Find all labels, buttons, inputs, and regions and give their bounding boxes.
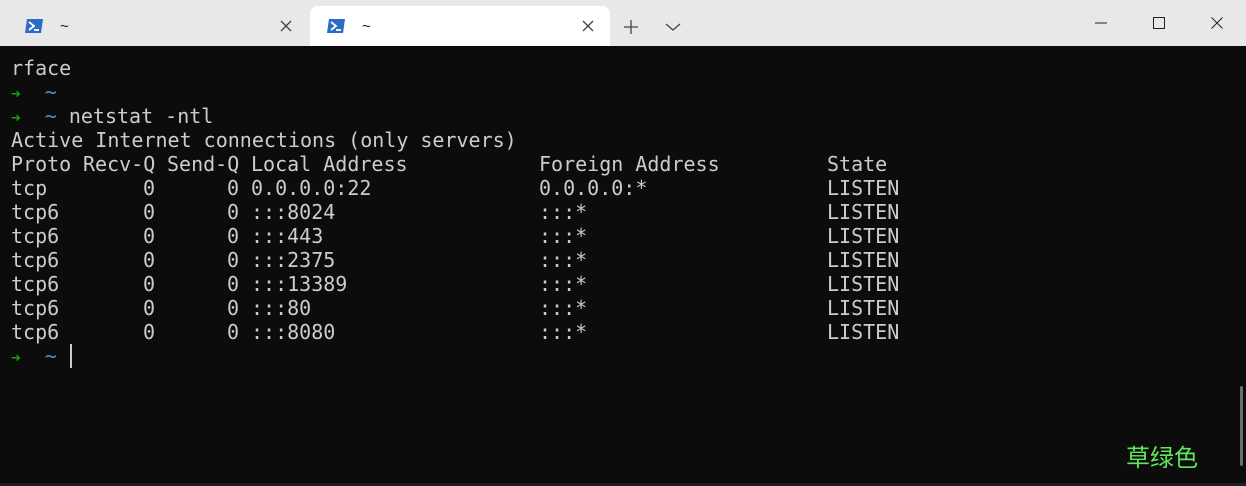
cell-proto: tcp6 [11,200,60,224]
close-window-button[interactable] [1188,0,1246,46]
cell-local: :::2375 [251,248,336,272]
column-header-sendq: Send-Q [167,152,240,176]
cell-sendq: 0 [226,176,239,200]
chevron-down-icon [665,23,681,31]
cell-foreign: 0.0.0.0:* [539,176,648,200]
cell-local: :::443 [251,224,324,248]
cell-state: LISTEN [827,296,900,320]
prompt-line: ➜ ~ [11,344,57,368]
cell-foreign: :::* [539,224,588,248]
cell-sendq: 0 [226,320,239,344]
cell-sendq: 0 [226,248,239,272]
cell-state: LISTEN [827,224,900,248]
terminal-output[interactable]: rface ➜ ~ ➜ ~ netstat -ntl Active Intern… [0,46,1246,486]
cell-local: :::8024 [251,200,336,224]
text-cursor [70,344,72,368]
maximize-button[interactable] [1130,0,1188,46]
prompt-dir: ~ [44,80,57,104]
cell-foreign: :::* [539,320,588,344]
column-header-recvq: Recv-Q [83,152,156,176]
command-text: netstat -ntl [68,104,214,128]
prompt-line: ➜ ~ [11,80,57,104]
cell-proto: tcp6 [11,272,60,296]
prompt-line: ➜ ~ netstat -ntl [11,104,213,128]
powershell-icon [25,19,43,33]
tab-1[interactable]: ~ [8,6,308,46]
new-tab-button[interactable] [618,14,644,40]
column-header-state: State [827,152,888,176]
prompt-arrow-icon: ➜ [11,84,21,103]
close-icon [1211,17,1223,29]
tab-title: ~ [60,17,69,35]
maximize-icon [1153,17,1165,29]
cell-sendq: 0 [226,296,239,320]
minimize-button[interactable] [1072,0,1130,46]
tab-dropdown-button[interactable] [660,14,686,40]
cell-state: LISTEN [827,176,900,200]
cell-state: LISTEN [827,248,900,272]
cell-local: :::8080 [251,320,336,344]
column-header-proto: Proto [11,152,72,176]
cell-foreign: :::* [539,296,588,320]
terminal-window: ~ ~ rface ➜ ~ ➜ ~ netstat -ntl Active In… [0,0,1246,486]
cell-foreign: :::* [539,248,588,272]
cell-local: :::80 [251,296,312,320]
column-header-foreign: Foreign Address [539,152,720,176]
cell-local: 0.0.0.0:22 [251,176,372,200]
cell-sendq: 0 [226,200,239,224]
scrollbar[interactable] [1240,386,1243,466]
tab-2[interactable]: ~ [310,6,610,46]
cell-proto: tcp6 [11,224,60,248]
cell-sendq: 0 [226,272,239,296]
tab-title: ~ [362,17,371,35]
column-header-local: Local Address [251,152,408,176]
cell-foreign: :::* [539,200,588,224]
cell-local: :::13389 [251,272,348,296]
close-icon[interactable] [276,16,296,36]
cell-sendq: 0 [226,224,239,248]
cell-proto: tcp [11,176,48,200]
close-icon[interactable] [578,16,598,36]
prompt-dir: ~ [44,104,57,128]
prompt-dir: ~ [44,344,57,368]
cell-proto: tcp6 [11,296,60,320]
output-line: rface [11,56,72,80]
minimize-icon [1095,22,1107,24]
cell-proto: tcp6 [11,320,60,344]
prompt-arrow-icon: ➜ [11,348,21,367]
watermark: 草绿色 [1126,444,1198,472]
cell-proto: tcp6 [11,248,60,272]
output-header: Active Internet connections (only server… [11,128,517,152]
prompt-arrow-icon: ➜ [11,108,21,127]
cell-foreign: :::* [539,272,588,296]
cell-state: LISTEN [827,320,900,344]
title-bar: ~ ~ [0,0,1246,46]
cell-state: LISTEN [827,200,900,224]
cell-state: LISTEN [827,272,900,296]
plus-icon [624,20,638,34]
powershell-icon [327,19,345,33]
